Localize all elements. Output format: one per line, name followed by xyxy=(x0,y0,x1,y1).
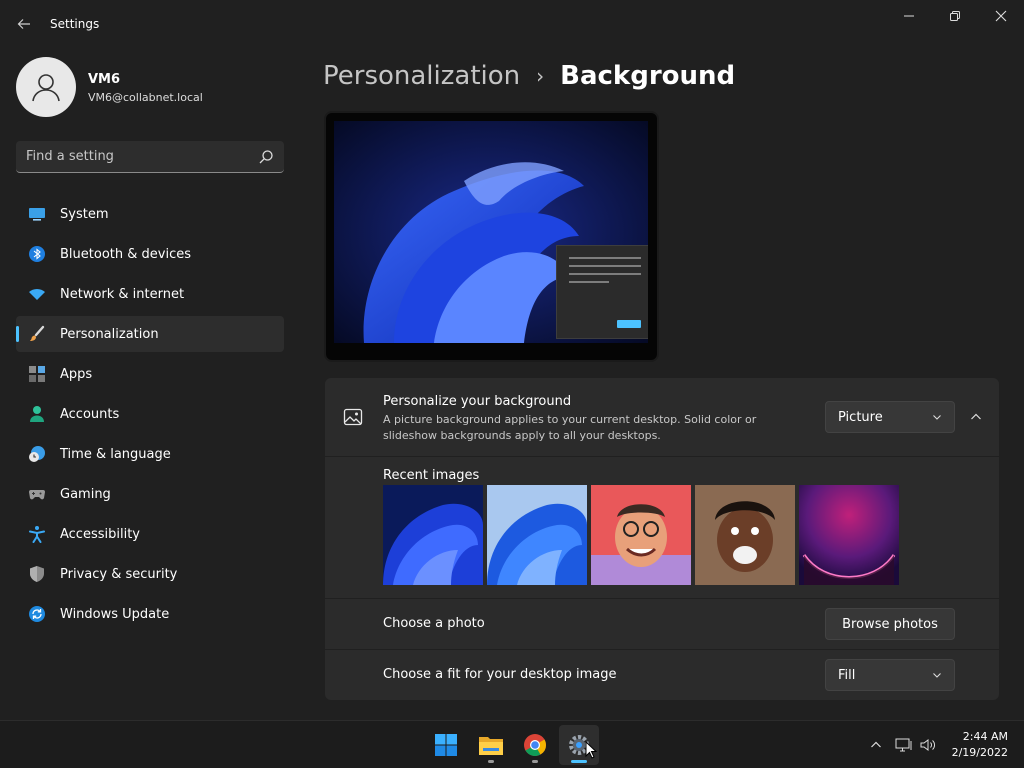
taskbar: 2:44 AM 2/19/2022 xyxy=(0,720,1024,768)
browse-photos-button[interactable]: Browse photos xyxy=(825,608,955,640)
breadcrumb-separator: › xyxy=(536,64,545,88)
clock-date: 2/19/2022 xyxy=(951,746,1008,759)
search-icon[interactable] xyxy=(258,149,274,165)
recent-image-bloom-light[interactable] xyxy=(487,485,587,585)
personalize-title: Personalize your background xyxy=(383,394,572,409)
accessibility-icon xyxy=(28,525,46,543)
title-bar: Settings xyxy=(0,0,1024,48)
breadcrumb: Personalization › Background xyxy=(323,58,735,94)
chrome-icon xyxy=(524,734,546,756)
network-icon xyxy=(28,285,46,303)
taskbar-file-explorer[interactable] xyxy=(471,725,511,765)
volume-icon xyxy=(920,739,935,751)
recent-images-row: Recent images xyxy=(325,457,999,598)
mouse-cursor-icon xyxy=(585,741,597,759)
choose-fit-label: Choose a fit for your desktop image xyxy=(383,667,617,682)
user-email: VM6@collabnet.local xyxy=(88,91,203,104)
breadcrumb-parent[interactable]: Personalization xyxy=(323,61,520,91)
close-button[interactable] xyxy=(978,0,1024,32)
taskbar-chrome[interactable] xyxy=(515,725,555,765)
sidebar-item-time-language[interactable]: Time & language xyxy=(16,436,284,472)
minimize-icon xyxy=(904,15,914,17)
recent-image-bloom-dark[interactable] xyxy=(383,485,483,585)
choose-photo-label: Choose a photo xyxy=(383,616,485,631)
close-icon xyxy=(995,10,1007,22)
fit-value: Fill xyxy=(838,667,856,683)
network-monitor-icon xyxy=(895,738,912,752)
sidebar-item-apps[interactable]: Apps xyxy=(16,356,284,392)
picture-icon xyxy=(343,408,363,426)
background-type-value: Picture xyxy=(838,409,883,425)
collapse-button[interactable] xyxy=(965,406,987,428)
show-hidden-icons-button[interactable] xyxy=(866,735,886,755)
file-explorer-icon xyxy=(479,737,503,755)
preview-wallpaper xyxy=(334,121,648,343)
sidebar-item-privacy-security[interactable]: Privacy & security xyxy=(16,556,284,592)
sidebar-item-system[interactable]: System xyxy=(16,196,284,232)
restore-button[interactable] xyxy=(932,0,978,32)
recent-image-cartoon[interactable] xyxy=(591,485,691,585)
start-icon xyxy=(435,734,457,756)
recent-images-list xyxy=(383,485,899,585)
avatar[interactable] xyxy=(16,57,76,117)
active-indicator xyxy=(571,760,587,763)
tray-volume[interactable] xyxy=(918,735,938,755)
minimize-button[interactable] xyxy=(886,0,932,32)
recent-images-label: Recent images xyxy=(383,468,480,483)
personalize-description: A picture background applies to your cur… xyxy=(383,413,757,442)
sidebar-item-personalization[interactable]: Personalization xyxy=(16,316,284,352)
running-indicator xyxy=(488,760,494,763)
chevron-up-icon xyxy=(971,413,981,420)
running-indicator xyxy=(532,760,538,763)
shield-icon xyxy=(28,565,46,583)
preview-window-mockup xyxy=(556,245,648,339)
sidebar-nav: System Bluetooth & devices Network & int… xyxy=(16,196,284,636)
sidebar-item-accessibility[interactable]: Accessibility xyxy=(16,516,284,552)
time-language-icon xyxy=(28,445,46,463)
sidebar-item-accounts[interactable]: Accounts xyxy=(16,396,284,432)
fit-dropdown[interactable]: Fill xyxy=(825,659,955,691)
sidebar-item-gaming[interactable]: Gaming xyxy=(16,476,284,512)
accounts-icon xyxy=(28,405,46,423)
system-icon xyxy=(28,205,46,223)
apps-icon xyxy=(28,365,46,383)
chevron-up-icon xyxy=(871,741,881,748)
sidebar-item-windows-update[interactable]: Windows Update xyxy=(16,596,284,632)
sidebar-item-network[interactable]: Network & internet xyxy=(16,276,284,312)
taskbar-clock[interactable]: 2:44 AM 2/19/2022 xyxy=(944,729,1008,761)
recent-image-portrait[interactable] xyxy=(695,485,795,585)
user-icon xyxy=(32,74,60,102)
chevron-down-icon xyxy=(933,415,941,420)
clock-time: 2:44 AM xyxy=(962,730,1008,743)
brush-icon xyxy=(28,325,46,343)
choose-fit-row: Choose a fit for your desktop image Fill xyxy=(325,650,999,700)
app-title: Settings xyxy=(50,17,100,31)
update-icon xyxy=(28,605,46,623)
desktop-preview xyxy=(324,111,659,362)
back-button[interactable] xyxy=(12,12,36,36)
tray-network[interactable] xyxy=(894,735,914,755)
personalize-background-row: Personalize your background A picture ba… xyxy=(325,378,999,456)
sidebar-item-bluetooth[interactable]: Bluetooth & devices xyxy=(16,236,284,272)
user-name: VM6 xyxy=(88,72,121,87)
recent-image-glow[interactable] xyxy=(799,485,899,585)
start-button[interactable] xyxy=(426,725,466,765)
chevron-down-icon xyxy=(933,673,941,678)
bluetooth-icon xyxy=(28,245,46,263)
gaming-icon xyxy=(28,485,46,503)
search-box xyxy=(16,141,284,173)
back-arrow-icon xyxy=(17,19,30,29)
search-input[interactable] xyxy=(16,141,252,172)
page-title: Background xyxy=(560,61,736,91)
choose-photo-row: Choose a photo Browse photos xyxy=(325,599,999,649)
restore-icon xyxy=(950,11,960,21)
background-type-dropdown[interactable]: Picture xyxy=(825,401,955,433)
